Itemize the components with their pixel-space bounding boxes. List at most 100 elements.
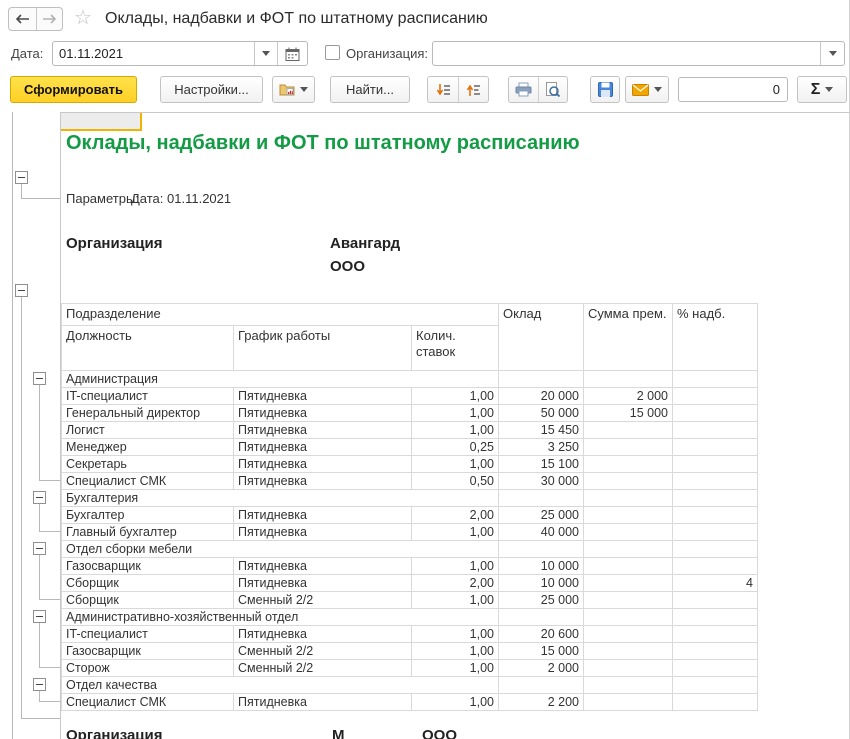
group-row: Бухгалтерия xyxy=(62,490,758,507)
schedule-cell: Пятидневка xyxy=(234,626,412,643)
collapse-toggle-group-5[interactable] xyxy=(33,678,46,691)
chevron-down-icon xyxy=(300,87,308,92)
print-icon xyxy=(515,82,532,97)
date-input[interactable] xyxy=(53,42,254,65)
tree-line xyxy=(21,718,60,719)
header-schedule: График работы xyxy=(234,326,412,371)
save-button[interactable] xyxy=(590,76,620,103)
schedule-cell: Пятидневка xyxy=(234,456,412,473)
rate-cell: 0,50 xyxy=(412,473,499,490)
pct-cell xyxy=(673,643,758,660)
tree-line xyxy=(39,691,40,701)
salary-cell: 15 100 xyxy=(499,456,584,473)
position-row: IT-специалистПятидневка1,0020 0002 000 xyxy=(62,388,758,405)
rate-cell: 1,00 xyxy=(412,524,499,541)
org-checkbox[interactable] xyxy=(325,45,340,60)
rate-cell: 1,00 xyxy=(412,456,499,473)
forward-button[interactable] xyxy=(36,8,63,30)
bonus-cell xyxy=(584,439,673,456)
group-row: Администрация xyxy=(62,371,758,388)
report-variants-button[interactable] xyxy=(272,76,315,103)
salary-cell: 15 450 xyxy=(499,422,584,439)
find-button[interactable]: Найти... xyxy=(330,76,410,103)
bonus-cell xyxy=(584,422,673,439)
position-cell: Газосварщик xyxy=(62,643,234,660)
active-cell[interactable] xyxy=(61,113,142,131)
group-pct-cell xyxy=(673,541,758,558)
bonus-cell xyxy=(584,507,673,524)
bonus-cell xyxy=(584,643,673,660)
pct-cell xyxy=(673,456,758,473)
group-bonus-cell xyxy=(584,490,673,507)
generate-button[interactable]: Сформировать xyxy=(10,76,137,103)
schedule-cell: Пятидневка xyxy=(234,507,412,524)
org-field xyxy=(432,41,845,66)
sum-button[interactable]: Σ xyxy=(797,76,847,103)
pct-cell xyxy=(673,524,758,541)
group-bonus-cell xyxy=(584,609,673,626)
position-cell: Секретарь xyxy=(62,456,234,473)
collapse-toggle-organization[interactable] xyxy=(15,284,28,297)
collapse-toggle-group-4[interactable] xyxy=(33,610,46,623)
print-buttons xyxy=(508,76,568,103)
bonus-cell xyxy=(584,575,673,592)
rate-cell: 1,00 xyxy=(412,405,499,422)
pct-cell xyxy=(673,473,758,490)
date-dropdown-button[interactable] xyxy=(254,42,277,65)
report-window: ☆ Оклады, надбавки и ФОТ по штатному рас… xyxy=(0,0,850,739)
header-department: Подразделение xyxy=(62,304,499,326)
params-label: Параметры: xyxy=(66,191,139,206)
position-row: IT-специалистПятидневка1,0020 600 xyxy=(62,626,758,643)
schedule-cell: Пятидневка xyxy=(234,524,412,541)
rate-cell: 2,00 xyxy=(412,507,499,524)
pct-cell: 4 xyxy=(673,575,758,592)
position-row: Специалист СМКПятидневка0,5030 000 xyxy=(62,473,758,490)
org-dropdown-button[interactable] xyxy=(820,42,844,65)
schedule-cell: Пятидневка xyxy=(234,473,412,490)
position-row: МенеджерПятидневка0,253 250 xyxy=(62,439,758,456)
email-button[interactable] xyxy=(625,76,669,103)
collapse-groups-button[interactable] xyxy=(428,77,458,102)
collapse-toggle-group-3[interactable] xyxy=(33,542,46,555)
report-title: Оклады, надбавки и ФОТ по штатному распи… xyxy=(66,132,580,155)
next-org-name-suffix: ООО xyxy=(422,727,457,739)
collapse-toggle-group-1[interactable] xyxy=(33,372,46,385)
pct-cell xyxy=(673,405,758,422)
group-salary-cell xyxy=(499,677,584,694)
favorites-star-icon[interactable]: ☆ xyxy=(74,8,92,28)
org-input[interactable] xyxy=(433,42,820,65)
group-salary-cell xyxy=(499,371,584,388)
salary-cell: 20 600 xyxy=(499,626,584,643)
print-preview-button[interactable] xyxy=(538,77,567,102)
collapse-toggle-params[interactable] xyxy=(15,171,28,184)
print-button[interactable] xyxy=(509,77,538,102)
position-cell: Логист xyxy=(62,422,234,439)
expand-groups-button[interactable] xyxy=(458,77,488,102)
rate-cell: 2,00 xyxy=(412,575,499,592)
back-button[interactable] xyxy=(9,8,36,30)
group-name-cell: Отдел сборки мебели xyxy=(62,541,499,558)
group-bonus-cell xyxy=(584,371,673,388)
settings-button[interactable]: Настройки... xyxy=(160,76,263,103)
rate-cell: 1,00 xyxy=(412,592,499,609)
org-name-line2: ООО xyxy=(330,255,400,278)
position-cell: IT-специалист xyxy=(62,626,234,643)
schedule-cell: Сменный 2/2 xyxy=(234,660,412,677)
date-calendar-button[interactable] xyxy=(277,42,307,65)
position-row: СторожСменный 2/21,002 000 xyxy=(62,660,758,677)
collapse-toggle-group-2[interactable] xyxy=(33,491,46,504)
schedule-cell: Пятидневка xyxy=(234,405,412,422)
bonus-cell xyxy=(584,626,673,643)
salary-cell: 15 000 xyxy=(499,643,584,660)
position-cell: Генеральный директор xyxy=(62,405,234,422)
salary-cell: 30 000 xyxy=(499,473,584,490)
counter-field[interactable] xyxy=(678,77,788,102)
next-org-name-fragment: М xyxy=(332,727,345,739)
header-pct: % надб. xyxy=(673,304,758,371)
next-org-label: Организация xyxy=(66,727,163,739)
schedule-cell: Пятидневка xyxy=(234,575,412,592)
position-row: СекретарьПятидневка1,0015 100 xyxy=(62,456,758,473)
group-row: Административно-хозяйственный отдел xyxy=(62,609,758,626)
group-bonus-cell xyxy=(584,677,673,694)
salary-cell: 3 250 xyxy=(499,439,584,456)
